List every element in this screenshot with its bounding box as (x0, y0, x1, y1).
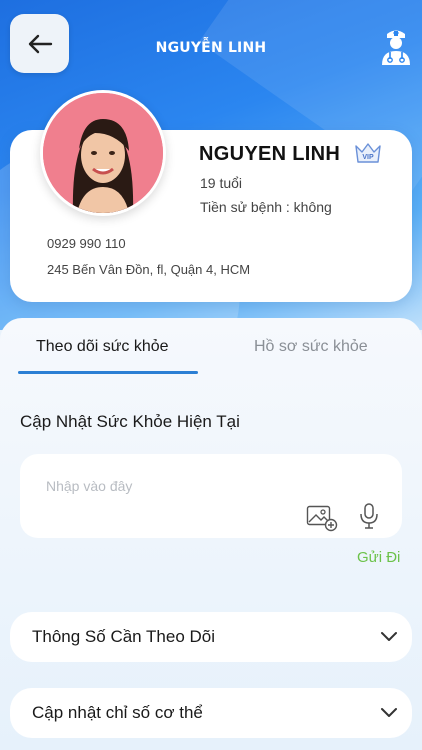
tab-health-tracking[interactable]: Theo dõi sức khỏe (36, 338, 169, 356)
profile-phone: 0929 990 110 (47, 236, 126, 251)
active-tab-indicator (18, 371, 198, 374)
profile-medical-history: Tiền sử bệnh : không (200, 199, 332, 215)
tab-health-records[interactable]: Hồ sơ sức khỏe (254, 338, 368, 356)
chevron-down-icon (381, 708, 397, 717)
vip-crown-icon: VIP (355, 143, 381, 163)
health-update-input[interactable] (46, 478, 306, 502)
profile-photo (43, 93, 163, 213)
chevron-down-icon (381, 632, 397, 641)
update-section-title: Cập Nhật Sức Khỏe Hiện Tại (20, 412, 240, 431)
page-title: NGUYỄN LINH (155, 40, 267, 56)
microphone-icon[interactable] (358, 502, 380, 530)
profile-name: NGUYEN LINH (199, 143, 341, 165)
accordion-tracking-metrics[interactable]: Thông Số Cần Theo Dõi (10, 612, 412, 662)
health-update-box (20, 454, 402, 538)
accordion-label: Thông Số Cần Theo Dõi (32, 627, 216, 646)
accordion-label: Cập nhật chỉ số cơ thể (32, 703, 203, 722)
vip-badge-text: VIP (362, 154, 374, 161)
doctor-icon[interactable] (378, 28, 414, 66)
profile-address: 245 Bến Vân Đồn, fl, Quận 4, HCM (47, 262, 251, 277)
profile-age: 19 tuổi (200, 175, 243, 191)
accordion-body-metrics[interactable]: Cập nhật chỉ số cơ thể (10, 688, 412, 738)
avatar (40, 90, 166, 216)
add-image-icon[interactable] (306, 504, 338, 532)
send-button[interactable]: Gửi Đi (357, 549, 400, 566)
